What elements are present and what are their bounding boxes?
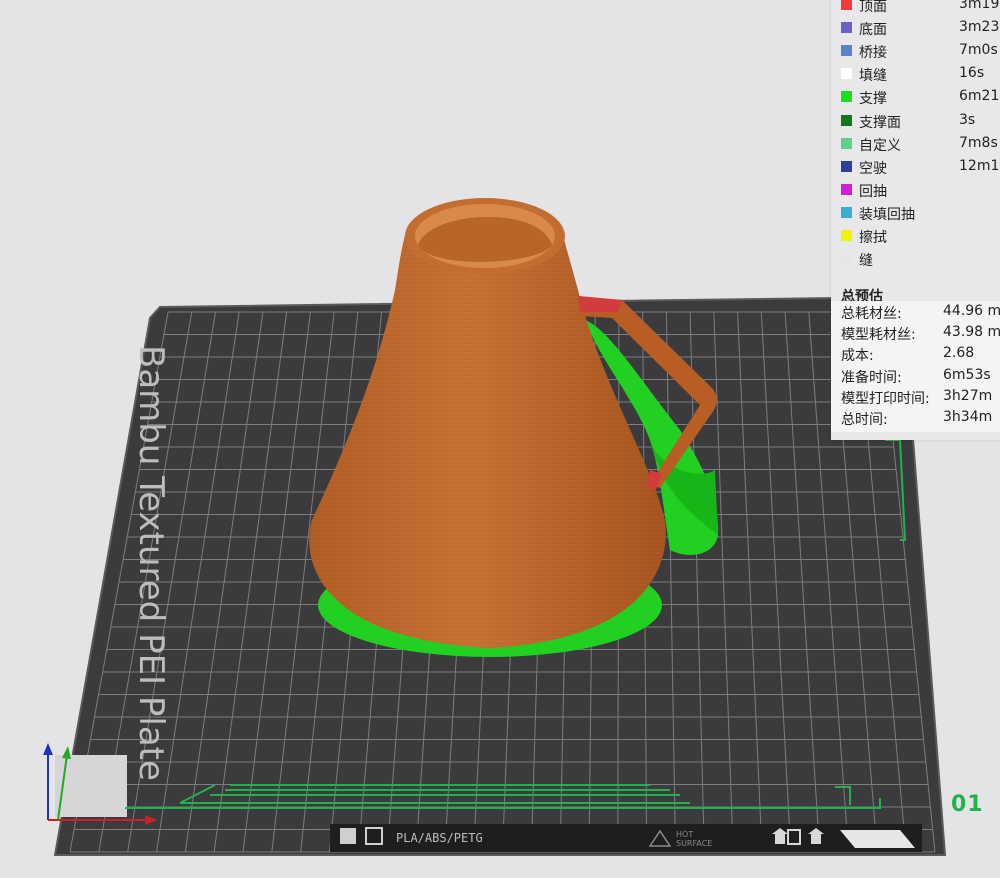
legend-item[interactable]: 缝 <box>831 248 1000 271</box>
legend-item-name: 支撑面 <box>859 114 901 131</box>
legend-panel: 顶面 3m19 底面 3m23 桥接 7m0s 填缝 16s 支撑 6m21 支撑面 3s 自定义 7m8… <box>831 0 1000 440</box>
summary-label: 总时间: <box>841 412 888 428</box>
material-icon <box>340 828 356 844</box>
legend-item[interactable]: 自定义 7m8s <box>831 133 1000 156</box>
legend-item-time: 6m21 <box>959 88 1000 105</box>
summary-row: 准备时间: 6m53s <box>841 365 1000 386</box>
legend-swatch <box>841 230 852 241</box>
legend-item-name: 擦拭 <box>859 230 887 246</box>
summary-row: 成本: 2.68 <box>841 343 1000 364</box>
legend-item-name: 底面 <box>859 22 887 39</box>
legend-item-name: 自定义 <box>859 137 901 154</box>
legend-item-name: 桥接 <box>859 45 887 62</box>
legend-item-name: 缝 <box>859 253 873 270</box>
legend-swatch <box>841 91 852 103</box>
summary-value: 43.98 m <box>943 324 1000 341</box>
legend-item[interactable]: 填缝 16s <box>831 63 1000 86</box>
summary-table: 总耗材丝: 44.96 m 模型耗材丝: 43.98 m 成本: 2.68 准备时间: 6m5… <box>831 301 1000 432</box>
legend-item-time: 3m19 <box>959 0 1000 12</box>
legend-item[interactable]: 支撑 6m21 <box>831 86 1000 109</box>
summary-label: 模型耗材丝: <box>841 327 916 344</box>
summary-row: 总耗材丝: 44.96 m <box>841 301 1000 322</box>
summary-row: 模型打印时间: 3h27m <box>841 386 1000 407</box>
legend-item-time: 7m0s <box>959 42 998 59</box>
legend-item[interactable]: 桥接 7m0s <box>831 40 1000 63</box>
legend-item[interactable]: 回抽 <box>831 179 1000 202</box>
legend-item-name: 支撑 <box>859 91 887 108</box>
legend-swatch <box>841 160 852 172</box>
legend-swatch <box>841 22 852 34</box>
legend-swatch <box>841 68 852 80</box>
legend-item[interactable]: 空驶 12m1 <box>831 156 1000 179</box>
summary-value: 3h27m <box>943 387 993 404</box>
summary-value: 44.96 m <box>943 303 1000 319</box>
legend-item-name: 空驶 <box>859 160 887 177</box>
summary-value: 6m53s <box>943 366 991 383</box>
legend-item[interactable]: 顶面 3m19 <box>831 0 1000 17</box>
summary-row: 模型耗材丝: 43.98 m <box>841 322 1000 343</box>
material-text: PLA/ABS/PETG <box>396 831 483 845</box>
legend-item[interactable]: 底面 3m23 <box>831 17 1000 40</box>
legend-swatch <box>841 114 852 126</box>
legend-swatch <box>841 137 852 149</box>
summary-row: 总时间: 3h34m <box>841 407 1000 428</box>
summary-label: 总耗材丝: <box>841 306 902 322</box>
legend-item[interactable]: 擦拭 <box>831 225 1000 248</box>
summary-value: 3h34m <box>943 409 993 425</box>
summary-label: 准备时间: <box>841 369 902 386</box>
legend-item[interactable]: 支撑面 3s <box>831 110 1000 133</box>
plate-number[interactable]: 01 <box>951 792 984 817</box>
legend-item-time: 7m8s <box>959 134 998 151</box>
summary-value: 2.68 <box>943 345 975 362</box>
legend-item-time: 3m23 <box>959 19 1000 36</box>
surface-label: SURFACE <box>676 839 712 848</box>
legend-item-name: 装填回抽 <box>859 206 915 223</box>
legend-item-time: 16s <box>959 65 985 82</box>
legend-item-name: 顶面 <box>859 0 887 15</box>
summary-label: 成本: <box>841 348 874 365</box>
legend-swatch <box>841 253 852 265</box>
hot-label: HOT <box>676 830 693 839</box>
legend-swatch <box>841 0 852 10</box>
legend-swatch <box>841 206 852 218</box>
legend-item[interactable]: 装填回抽 <box>831 202 1000 225</box>
legend-item-name: 填缝 <box>859 68 887 85</box>
legend-item-time: 3s <box>959 111 976 128</box>
legend-swatch <box>841 45 852 57</box>
legend-item-time: 12m1 <box>959 157 1000 174</box>
summary-label: 模型打印时间: <box>841 390 930 407</box>
plate-brand-text: Bambu Textured PEI Plate <box>131 345 171 781</box>
legend-item-name: 回抽 <box>859 183 887 200</box>
legend-swatch <box>841 183 852 195</box>
